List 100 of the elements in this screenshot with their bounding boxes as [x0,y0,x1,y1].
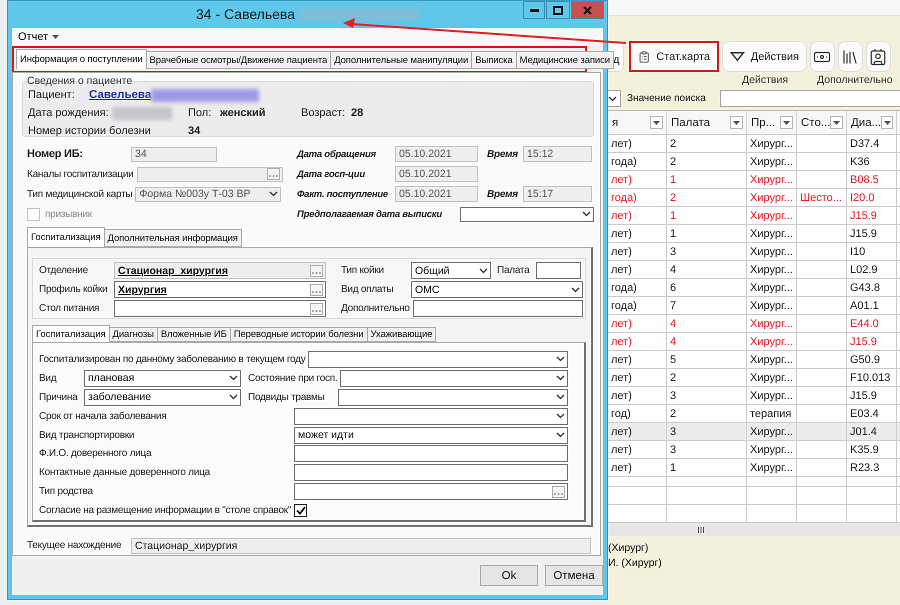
table-row[interactable]: лет) 1 Хирург... B08.5 [608,171,900,189]
field-label: Профиль койки [39,284,108,295]
input-field[interactable] [412,300,583,317]
search-field[interactable] [720,90,900,107]
browse-button[interactable] [552,486,565,498]
dialog-button[interactable]: Ok [480,565,538,586]
search-label: Значение поиска [627,93,706,104]
input-field[interactable]: 15:17 [523,186,592,202]
dropdown[interactable]: ОМС [411,281,583,298]
field-label: Предполагаемая дата выписки [297,208,443,220]
ellipsis-icon [554,492,563,495]
patient-link[interactable]: Савельева [89,89,152,101]
toolbar-button[interactable]: Действия [722,41,807,72]
table-row[interactable]: лет) 3 Хирург... K35.9 [608,441,900,459]
tab[interactable]: Медицинские записи [516,51,614,69]
chevron-down-icon [582,211,591,217]
table-row[interactable]: года) 2 Хирург... Шесто... I20.0 [608,189,900,207]
input-field[interactable] [536,262,581,279]
table-row[interactable]: лет) 4 Хирург... E44.0 [608,315,900,333]
tab[interactable]: Госпитализация [32,325,110,342]
filter-button[interactable] [881,116,893,129]
panel-title: Сведения о пациенте [27,75,132,87]
checkbox[interactable] [294,504,308,518]
filter-button[interactable] [650,116,663,129]
table-cell: Хирург... [747,279,797,296]
dropdown[interactable]: заболевание [84,388,241,406]
table-row[interactable]: года) 2 Хирург... K36 [608,153,900,171]
toolbar-icon-button[interactable] [866,41,891,72]
field-label: Стол питания [39,303,100,314]
toolbar-icon-button[interactable] [838,41,863,72]
toolbar-button[interactable]: Стат.карта [629,41,719,72]
tab[interactable]: Выписка [471,51,517,69]
tab[interactable]: Вложенные ИБ [156,327,231,342]
column-header[interactable]: Пр... [747,111,797,134]
input-field[interactable]: 15:12 [523,146,592,162]
tab[interactable]: Информация о поступлении [16,49,147,69]
table-row[interactable]: лет) 3 Хирург... J01.4 [608,423,900,441]
menu-item[interactable]: Отчет [16,31,62,43]
field-label: Тип родства [39,486,94,498]
column-header[interactable]: Диа... [847,111,897,134]
table-cell: A01.1 [847,297,897,314]
tab[interactable]: Диагнозы [108,327,158,342]
table-row[interactable]: года) 7 Хирург... A01.1 [608,297,900,315]
dropdown[interactable]: Общий [411,262,491,279]
input-field[interactable]: Стационар_хирургия [131,538,591,554]
dropdown[interactable]: плановая [84,370,241,387]
column-header[interactable]: Сто... [797,111,847,134]
input-field[interactable]: 05.10.2021 [395,166,478,182]
table-row[interactable]: лет) 2 Хирург... F10.013 [608,369,900,387]
horizontal-scrollbar[interactable] [608,522,900,536]
tab[interactable]: Переводные истории болезни [230,327,368,342]
table-cell: Хирург... [747,423,797,440]
table-row[interactable]: лет) 4 Хирург... L02.9 [608,261,900,279]
tab[interactable]: Госпитализация [27,227,105,247]
tab[interactable]: Дополнительная информация [104,229,242,247]
table-row[interactable]: лет) 5 Хирург... G50.9 [608,351,900,369]
toolbar-icon-button[interactable] [810,41,835,72]
table-cell: I20.0 [847,189,897,206]
table-cell: Хирург... [747,153,797,170]
minimize-button[interactable] [523,1,545,19]
input-field[interactable]: 05.10.2021 [395,186,478,202]
picker-field[interactable]: Хирургия [114,281,326,298]
chevron-down-icon [556,375,565,382]
tab[interactable]: Врачебные осмотры/Движение пациента [146,51,332,69]
picker-field[interactable] [114,300,326,317]
table-row[interactable]: лет) 4 Хирург... J15.9 [608,333,900,351]
table-cell: G43.8 [847,279,897,296]
table-cell: G50.9 [847,351,897,368]
input-field[interactable] [294,445,568,462]
table-row[interactable]: лет) 1 Хирург... J15.9 [608,225,900,243]
dialog-button[interactable]: Отмена [545,565,603,586]
picker-field[interactable] [294,483,568,500]
maximize-button[interactable] [546,1,570,19]
filter-button[interactable] [830,116,843,129]
table-row[interactable]: лет) 3 Хирург... I10 [608,243,900,261]
input-field[interactable]: 05.10.2021 [395,146,478,162]
table-row[interactable]: лет) 2 Хирург... D37.4 [608,135,900,153]
filter-button[interactable] [730,116,743,129]
table-row[interactable]: год) 2 терапия E03.4 [608,405,900,423]
dropdown[interactable] [608,90,621,107]
dropdown[interactable]: может идти [294,426,568,444]
table-row[interactable]: года) 6 Хирург... G43.8 [608,279,900,297]
filter-button[interactable] [780,116,793,129]
table-cell: 6 [667,279,747,296]
column-header[interactable]: Палата [667,111,747,134]
tab[interactable]: Ухаживающие [366,327,436,342]
close-button[interactable] [571,1,604,19]
triangle-icon [730,51,745,62]
field-label: Состояние при госп. [248,372,338,384]
browse-button[interactable] [310,302,323,314]
browse-button[interactable] [310,284,323,296]
table-cell: Хирург... [747,333,797,350]
tab[interactable]: Дополнительные манипуляции [330,51,472,69]
table-row[interactable]: лет) 3 Хирург... J15.9 [608,387,900,405]
table-row[interactable]: лет) 1 Хирург... J15.9 [608,207,900,225]
close-icon [583,6,592,14]
table-cell: E03.4 [847,405,897,422]
table-row[interactable]: лет) 1 Хирург... R23.3 [608,459,900,477]
input-field[interactable] [294,464,568,482]
field-label: Текущее нахождение [27,540,122,551]
